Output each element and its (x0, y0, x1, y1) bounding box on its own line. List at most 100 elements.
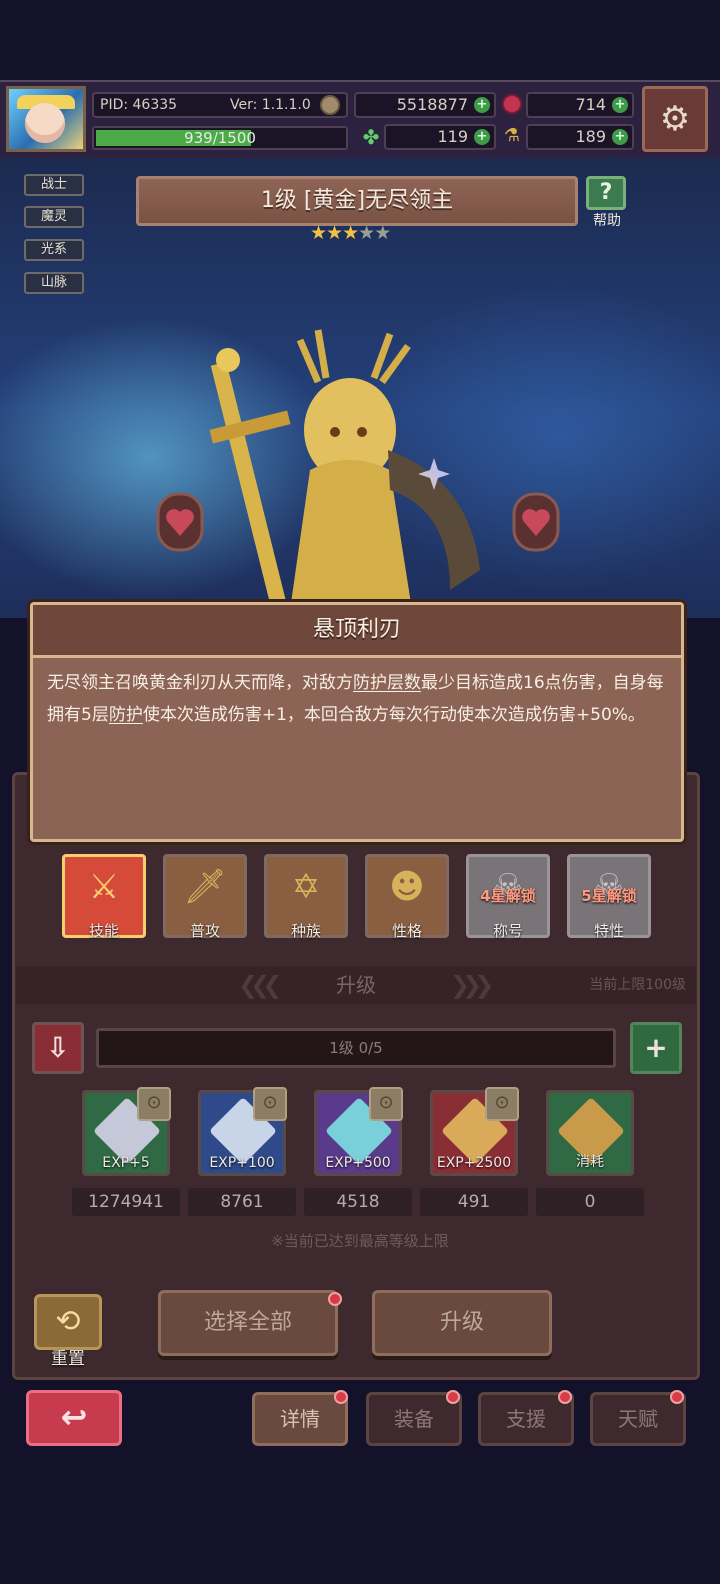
exp-item-caption: EXP+500 (325, 1155, 391, 1171)
select-all-notification-dot (328, 1292, 342, 1306)
select-all-button[interactable]: 选择全部 (158, 1290, 338, 1356)
gem-icon (502, 94, 522, 114)
reset-label: 重置 (51, 1349, 85, 1369)
level-limit-text: 当前上限100级 (589, 977, 686, 993)
question-icon: ? (586, 176, 626, 210)
plus-icon: + (644, 1031, 668, 1064)
potion-icon: ⚗ (503, 125, 521, 146)
upgrade-button[interactable]: 升级 (372, 1290, 552, 1356)
pid-version-pill: PID: 46335 Ver: 1.1.1.0 (92, 92, 348, 118)
download-arrow-icon: ⇩ (46, 1031, 70, 1064)
exp-item-caption: EXP+2500 (436, 1155, 512, 1171)
heart-emblem-left-icon (156, 492, 204, 552)
chevron-right-icon: ❯❯❯ (450, 971, 494, 999)
hero-tag-element[interactable]: 光系 (24, 239, 84, 261)
support-notification-dot (558, 1390, 572, 1404)
popup-header: 悬顶利刃 (33, 605, 681, 658)
star-filled-icon: ★ (326, 222, 343, 244)
level-progress-bar: 1级 0/5 (96, 1028, 616, 1068)
skill-tab-1[interactable]: 🗡 普攻 (163, 854, 247, 940)
unlock-requirement: 5星解锁 (581, 887, 637, 905)
exp-item-card[interactable]: ⊙ EXP+5 (82, 1087, 171, 1176)
skill-tab-0[interactable]: ⚔ 技能 (62, 854, 146, 940)
exp-item-caption: EXP+100 (209, 1155, 275, 1171)
skill-description-part-3: 使本次造成伤害+1，本回合敌方每次行动使本次造成伤害+50%。 (142, 705, 645, 725)
gold-pill: 5518877 + (354, 92, 496, 118)
hero-tag-terrain[interactable]: 山脉 (24, 272, 84, 294)
skill-tab-label: 性格 (391, 922, 422, 940)
gold-amount: 5518877 (396, 95, 468, 114)
golden-sword (209, 348, 291, 610)
settings-button[interactable]: ⚙ (642, 86, 708, 152)
exp-item-card[interactable]: ⊙ EXP+2500 (430, 1087, 519, 1176)
skill-tab-4[interactable]: ☠ 4星解锁 称号 (466, 854, 550, 940)
exp-item-card[interactable]: ⊙ EXP+500 (314, 1087, 403, 1176)
exp-item-caption: 消耗 (576, 1154, 604, 1170)
help-button[interactable]: ? 帮助 (582, 176, 632, 230)
skill-tab-label: 技能 (88, 922, 119, 940)
skill-tab-3[interactable]: ☻ 性格 (365, 854, 449, 940)
gem-amount: 714 (575, 95, 606, 114)
gear-icon: ⚙ (659, 99, 691, 139)
skill-tab-label: 称号 (492, 922, 523, 940)
star-empty-icon: ★ (358, 222, 375, 244)
skill-description: 无尽领主召唤黄金利刃从天而降，对敌方防护层数最少目标造成16点伤害，自身每拥有5… (47, 667, 667, 731)
skill-description-popup: 悬顶利刃 无尽领主召唤黄金利刃从天而降，对敌方防护层数最少目标造成16点伤害，自… (30, 602, 684, 842)
gem-plus-icon[interactable]: + (612, 97, 628, 113)
gold-plus-icon[interactable]: + (474, 97, 490, 113)
exp-item-count: 8761 (188, 1188, 296, 1216)
skill-tab-5[interactable]: ☠ 5星解锁 特性 (567, 854, 651, 940)
nav-details-button[interactable]: 详情 (252, 1392, 348, 1446)
item-lock-icon[interactable]: ⊙ (253, 1087, 287, 1121)
keyword-protection-layers-link[interactable]: 防护层数 (353, 673, 421, 693)
avatar-face (25, 103, 65, 143)
increase-level-button[interactable]: + (630, 1022, 682, 1074)
item-lock-icon[interactable]: ⊙ (369, 1087, 403, 1121)
select-all-label: 选择全部 (203, 1310, 292, 1335)
exp-item-count: 4518 (304, 1188, 412, 1216)
clover-pill: 119 + (384, 124, 496, 150)
equipment-notification-dot (446, 1390, 460, 1404)
potion-amount: 189 (575, 127, 606, 146)
reset-icon: ⟲ (34, 1294, 102, 1350)
player-exp-bar: 939/1500 (92, 126, 348, 150)
nav-talent-label: 天赋 (618, 1407, 658, 1431)
nav-details-label: 详情 (280, 1407, 320, 1431)
gem-pill: 714 + (526, 92, 634, 118)
potion-plus-icon[interactable]: + (612, 129, 628, 145)
star-filled-icon: ★ (310, 222, 327, 244)
clover-plus-icon[interactable]: + (474, 129, 490, 145)
skill-tab-label: 普攻 (189, 922, 220, 940)
hero-star-rating: ★★★★★ (310, 222, 406, 244)
nav-support-label: 支援 (506, 1407, 546, 1431)
exp-item-card[interactable]: ⊙ EXP+100 (198, 1087, 287, 1176)
character-icon: ☻ (389, 867, 425, 907)
player-avatar[interactable] (6, 86, 86, 152)
keyword-protection-link[interactable]: 防护 (109, 705, 143, 725)
unlock-requirement: 4星解锁 (480, 887, 536, 905)
skill-tab-2[interactable]: ✡ 种族 (264, 854, 348, 940)
star-empty-icon: ★ (374, 222, 391, 244)
item-lock-icon[interactable]: ⊙ (137, 1087, 171, 1121)
talent-notification-dot (670, 1390, 684, 1404)
reset-button[interactable]: ⟲ 重置 (34, 1294, 102, 1369)
exp-item-count: 0 (536, 1188, 644, 1216)
version-text: Ver: 1.1.1.0 (230, 97, 311, 113)
hero-character-sprite (209, 329, 480, 610)
item-lock-icon[interactable]: ⊙ (485, 1087, 519, 1121)
details-notification-dot (334, 1390, 348, 1404)
upgrade-button-label: 升级 (439, 1310, 484, 1335)
exp-item-card[interactable]: 消耗 (546, 1090, 634, 1176)
hero-body (290, 329, 480, 610)
exp-item-count: 1274941 (72, 1188, 180, 1216)
exp-item-caption: EXP+5 (102, 1155, 150, 1171)
hero-tag-class[interactable]: 战士 (24, 174, 84, 196)
back-button[interactable]: ↩ (26, 1390, 122, 1446)
hero-tag-race[interactable]: 魔灵 (24, 206, 84, 228)
exp-text: 939/1500 (184, 129, 256, 147)
skill-name: 悬顶利刃 (312, 617, 401, 642)
star-filled-icon: ★ (342, 222, 359, 244)
level-progress-text: 1级 0/5 (329, 1039, 383, 1057)
skill-tab-label: 种族 (290, 922, 321, 940)
decrease-level-button[interactable]: ⇩ (32, 1022, 84, 1074)
